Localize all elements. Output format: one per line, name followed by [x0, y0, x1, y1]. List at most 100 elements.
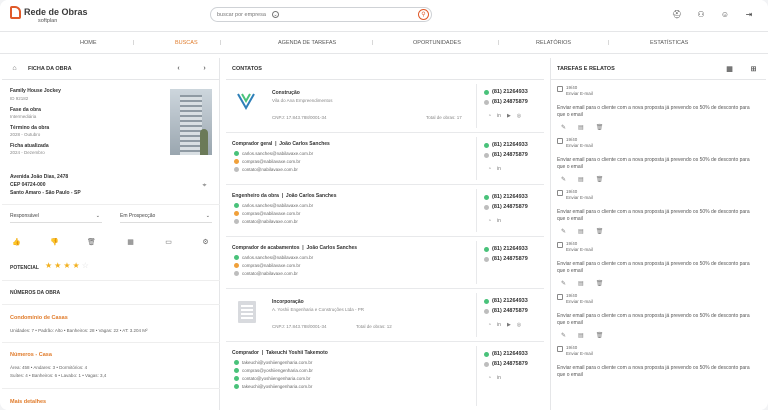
user-icon[interactable]: ⚇: [696, 9, 706, 19]
document-icon[interactable]: ▤: [578, 280, 584, 287]
youtube-icon[interactable]: ▶: [507, 322, 511, 328]
linkedin-icon[interactable]: in: [497, 375, 501, 381]
nav-item-estatisticas[interactable]: ESTATÍSTICAS: [650, 40, 688, 46]
calendar-icon[interactable]: ▦: [126, 237, 135, 246]
linkedin-icon[interactable]: in: [497, 166, 501, 172]
numeros-casa-title[interactable]: Números - Casa: [10, 352, 52, 358]
contact-card[interactable]: Comprador geral | João Carlos Sanches ca…: [226, 133, 544, 185]
document-icon[interactable]: ▤: [578, 124, 584, 131]
phone-number[interactable]: (81) 24875879: [484, 204, 528, 210]
document-icon[interactable]: ▤: [578, 176, 584, 183]
star-icon[interactable]: ★: [54, 261, 61, 270]
task-item[interactable]: 19/40 Enviar E-mail Enviar email para o …: [551, 188, 767, 240]
search-icon[interactable]: ⚲: [418, 9, 429, 20]
nav-item-buscas[interactable]: BUSCAS: [175, 40, 198, 46]
email-item[interactable]: contato@yoshiiengenharia.com.br: [234, 376, 310, 381]
whatsapp-icon[interactable]: ◔: [488, 375, 491, 381]
email-item[interactable]: compras@nabilavaxe.com.br: [234, 159, 300, 164]
edit-icon[interactable]: ✎: [561, 124, 566, 131]
edit-icon[interactable]: ✎: [561, 332, 566, 339]
tag-icon[interactable]: ▭: [164, 237, 173, 246]
contact-card[interactable]: Incorporação A. Yoshii Engenharia e Cons…: [226, 289, 544, 342]
task-item[interactable]: 19/40 Enviar E-mail Enviar email para o …: [551, 292, 767, 344]
email-item[interactable]: carlos.sanches@nabilavaxe.com.br: [234, 203, 313, 208]
email-item[interactable]: contato@nabilavaxe.com.br: [234, 167, 298, 172]
trash-icon[interactable]: 🗑: [596, 176, 604, 183]
nav-item-relatorios[interactable]: RELATÓRIOS: [536, 40, 571, 46]
phone-number[interactable]: (81) 21264933: [484, 246, 528, 252]
thumbs-down-icon[interactable]: 👎: [50, 237, 59, 246]
star-icon[interactable]: ★: [63, 261, 70, 270]
email-item[interactable]: compras@yoshiiengenharia.com.br: [234, 368, 313, 373]
task-item[interactable]: 19/40 Enviar E-mail Enviar email para o …: [551, 84, 767, 136]
whatsapp-icon[interactable]: ◔: [488, 322, 491, 328]
chevron-left-icon[interactable]: ‹: [174, 64, 183, 73]
home-icon[interactable]: ⌂: [10, 64, 19, 73]
add-task-icon[interactable]: ⊞: [749, 64, 758, 73]
phone-number[interactable]: (81) 21264933: [484, 351, 528, 357]
contact-card[interactable]: Comprador | Takeuchi Yoshii Takemoto tak…: [226, 342, 544, 410]
phone-number[interactable]: (81) 24875879: [484, 361, 528, 367]
website-icon[interactable]: ◎: [517, 322, 521, 328]
email-item[interactable]: takeuchi@yoshiiengenharia.com.br: [234, 360, 312, 365]
phone-number[interactable]: (81) 21264933: [484, 298, 528, 304]
nav-item-oportunidades[interactable]: OPORTUNIDADES: [413, 40, 461, 46]
contact-card[interactable]: Engenheiro da obra | João Carlos Sanches…: [226, 185, 544, 237]
linkedin-icon[interactable]: in: [497, 218, 501, 224]
prospeccao-select[interactable]: Em Prospecção ⌄: [120, 210, 212, 223]
chevron-down-icon[interactable]: ⌄: [272, 11, 279, 18]
whatsapp-icon[interactable]: ◔: [488, 166, 491, 172]
search-bar[interactable]: ⌄ ⚲: [210, 7, 432, 22]
condominio-title[interactable]: Condomínio de Casas: [10, 315, 68, 321]
user-account-icon[interactable]: ☺: [720, 9, 730, 19]
phone-number[interactable]: (81) 21264933: [484, 194, 528, 200]
document-icon[interactable]: ▤: [578, 332, 584, 339]
star-icon[interactable]: ★: [73, 261, 80, 270]
trash-icon[interactable]: 🗑: [596, 228, 604, 235]
email-item[interactable]: carlos.sanches@nabilavaxe.com.br: [234, 255, 313, 260]
trash-icon[interactable]: 🗑: [596, 280, 604, 287]
edit-icon[interactable]: ✎: [561, 280, 566, 287]
email-item[interactable]: contato@nabilavaxe.com.br: [234, 219, 298, 224]
obra-photo[interactable]: [170, 89, 212, 155]
nav-item-home[interactable]: HOME: [80, 40, 97, 46]
trash-icon[interactable]: 🗑: [87, 237, 96, 246]
phone-number[interactable]: (81) 24875879: [484, 308, 528, 314]
task-item[interactable]: 19/40 Enviar E-mail Enviar email para o …: [551, 240, 767, 292]
logout-icon[interactable]: ⇥: [744, 9, 754, 19]
phone-number[interactable]: (81) 21264933: [484, 89, 528, 95]
whatsapp-icon[interactable]: ◔: [488, 218, 491, 224]
phone-number[interactable]: (81) 21264933: [484, 142, 528, 148]
settings-icon[interactable]: ⚙: [201, 237, 210, 246]
youtube-icon[interactable]: ▶: [507, 113, 511, 119]
email-item[interactable]: compras@nabilavaxe.com.br: [234, 263, 300, 268]
document-icon[interactable]: ▤: [578, 228, 584, 235]
edit-icon[interactable]: ✎: [561, 176, 566, 183]
map-pin-icon[interactable]: ⌖: [200, 181, 209, 190]
mais-detalhes-link[interactable]: Mais detalhes: [10, 399, 46, 405]
linkedin-icon[interactable]: in: [497, 322, 501, 328]
linkedin-icon[interactable]: in: [497, 113, 501, 119]
task-item[interactable]: 19/40 Enviar E-mail Enviar email para o …: [551, 344, 767, 404]
edit-icon[interactable]: ✎: [561, 228, 566, 235]
trash-icon[interactable]: 🗑: [596, 332, 604, 339]
potencial-rating[interactable]: ★ ★ ★ ★ ☆: [45, 261, 89, 270]
website-icon[interactable]: ◎: [517, 113, 521, 119]
phone-number[interactable]: (81) 24875879: [484, 99, 528, 105]
email-item[interactable]: carlos.sanches@nabilavaxe.com.br: [234, 151, 313, 156]
email-item[interactable]: takeuchi@yoshiiengenharia.com.br: [234, 384, 312, 389]
thumbs-up-icon[interactable]: 👍: [12, 237, 21, 246]
contact-card[interactable]: Construção Vila do Ana Empreendimentos C…: [226, 80, 544, 133]
chevron-right-icon[interactable]: ›: [200, 64, 209, 73]
cap-icon[interactable]: ⛑: [672, 9, 682, 19]
whatsapp-icon[interactable]: ◔: [488, 113, 491, 119]
email-item[interactable]: compras@nabilavaxe.com.br: [234, 211, 300, 216]
search-input[interactable]: [217, 11, 272, 18]
phone-number[interactable]: (81) 24875879: [484, 152, 528, 158]
nav-item-agenda[interactable]: AGENDA DE TAREFAS: [278, 40, 336, 46]
contact-card[interactable]: Comprador de acabamentos | João Carlos S…: [226, 237, 544, 289]
star-icon[interactable]: ★: [45, 261, 52, 270]
star-icon[interactable]: ☆: [82, 261, 89, 270]
email-item[interactable]: contato@nabilavaxe.com.br: [234, 271, 298, 276]
trash-icon[interactable]: 🗑: [596, 124, 604, 131]
